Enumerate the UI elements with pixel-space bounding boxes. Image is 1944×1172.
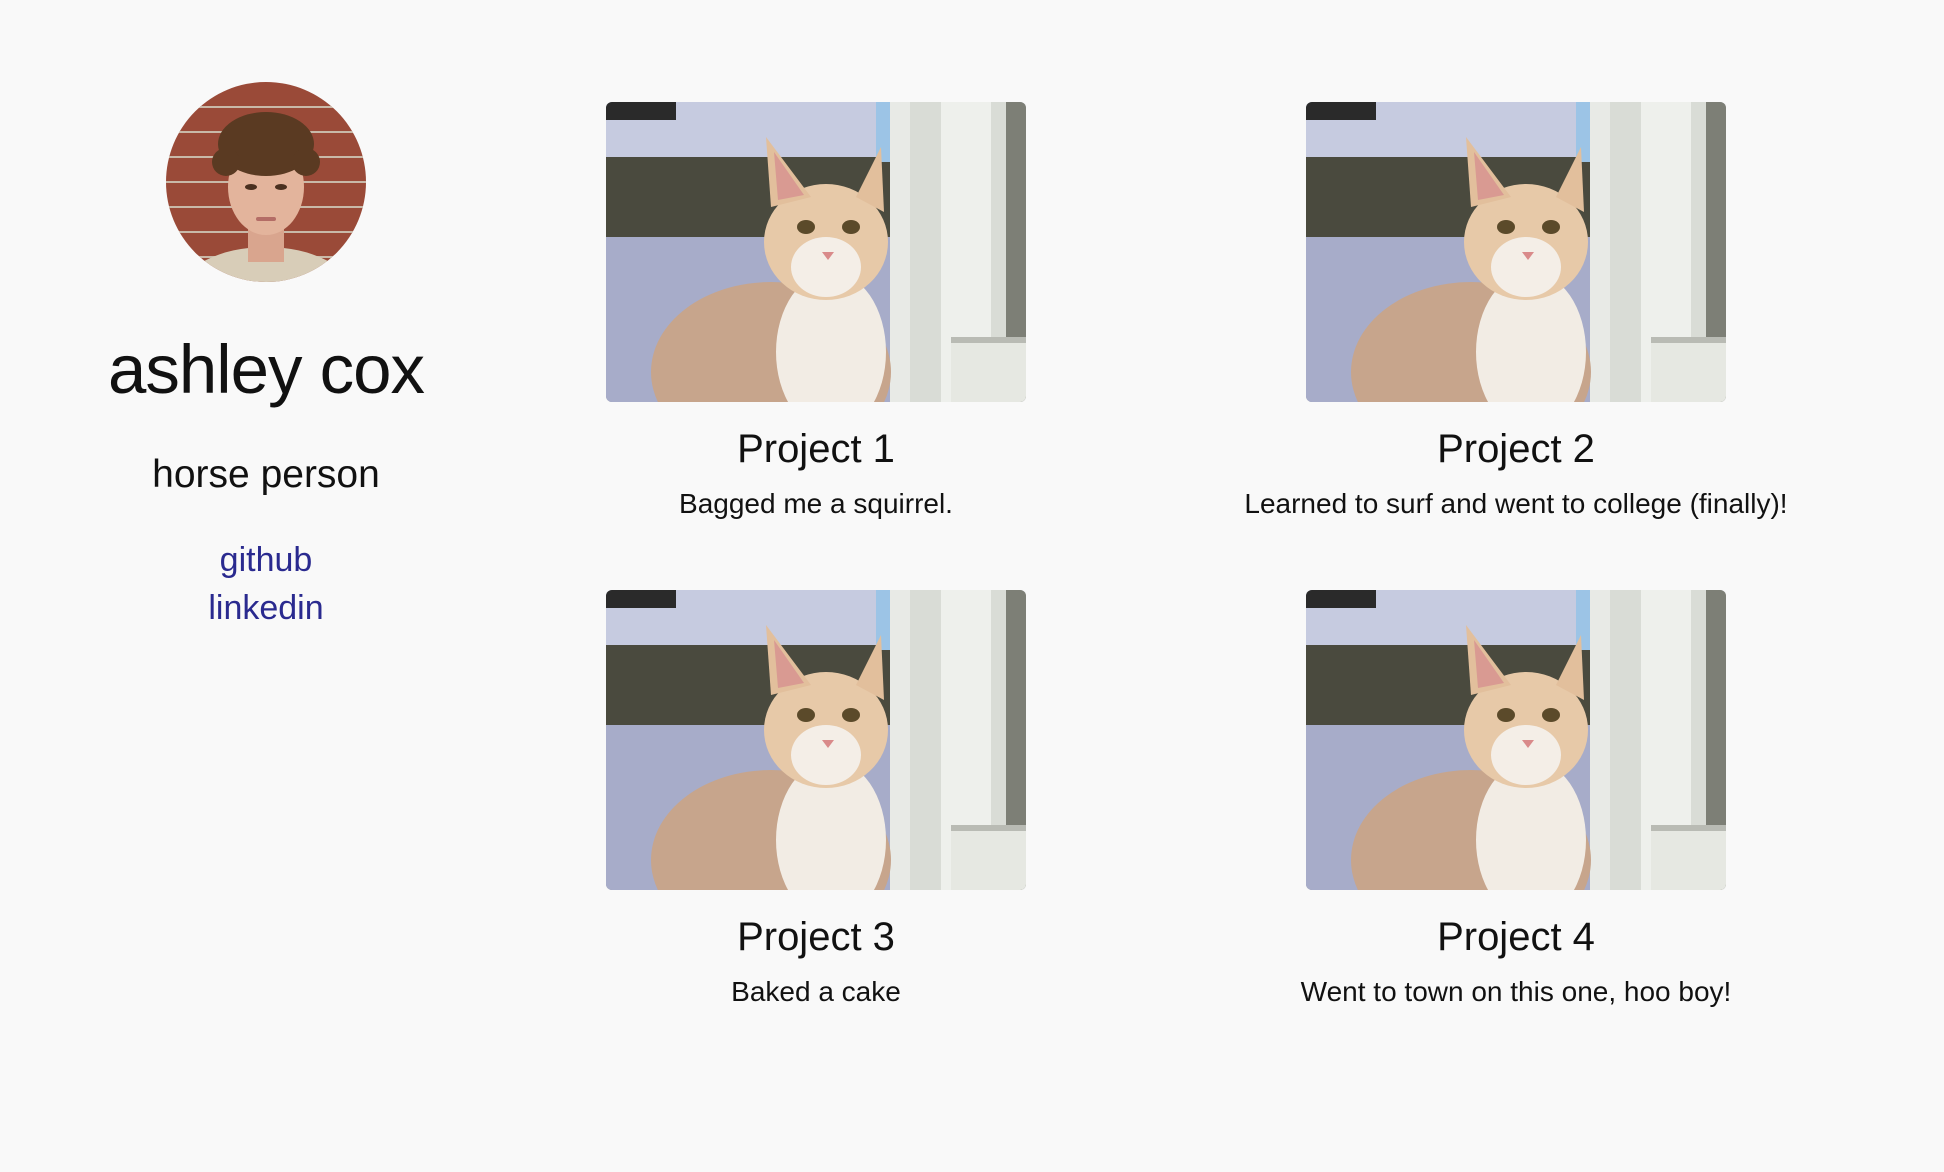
project-card: Project 4 Went to town on this one, hoo …: [1236, 590, 1796, 1012]
project-title: Project 4: [1437, 915, 1595, 959]
profile-name: ashley cox: [108, 331, 425, 408]
project-description: Learned to surf and went to college (fin…: [1244, 488, 1788, 519]
cat-photo-image: [1306, 590, 1726, 890]
avatar: [166, 82, 366, 282]
project-title: Project 3: [737, 915, 895, 959]
project-card: Project 3 Baked a cake: [536, 590, 1096, 1012]
project-card: Project 2 Learned to surf and went to co…: [1236, 102, 1796, 524]
project-description: Baked a cake: [731, 976, 901, 1007]
profile-tagline: horse person: [152, 453, 380, 496]
project-thumbnail[interactable]: [606, 590, 1026, 890]
avatar-image: [166, 82, 366, 282]
project-thumbnail[interactable]: [1306, 590, 1726, 890]
project-card: Project 1 Bagged me a squirrel.: [536, 102, 1096, 524]
project-description: Went to town on this one, hoo boy!: [1300, 976, 1732, 1007]
profile-links: github linkedin: [0, 536, 532, 632]
project-description: Bagged me a squirrel.: [679, 488, 953, 519]
cat-photo-image: [606, 102, 1026, 402]
project-title: Project 1: [737, 427, 895, 471]
linkedin-link[interactable]: linkedin: [0, 584, 532, 632]
github-link[interactable]: github: [0, 536, 532, 584]
project-thumbnail[interactable]: [606, 102, 1026, 402]
project-title: Project 2: [1437, 427, 1595, 471]
cat-photo-image: [606, 590, 1026, 890]
cat-photo-image: [1306, 102, 1726, 402]
portfolio-page: ashley cox horse person github linkedin …: [0, 0, 1944, 1172]
project-thumbnail[interactable]: [1306, 102, 1726, 402]
